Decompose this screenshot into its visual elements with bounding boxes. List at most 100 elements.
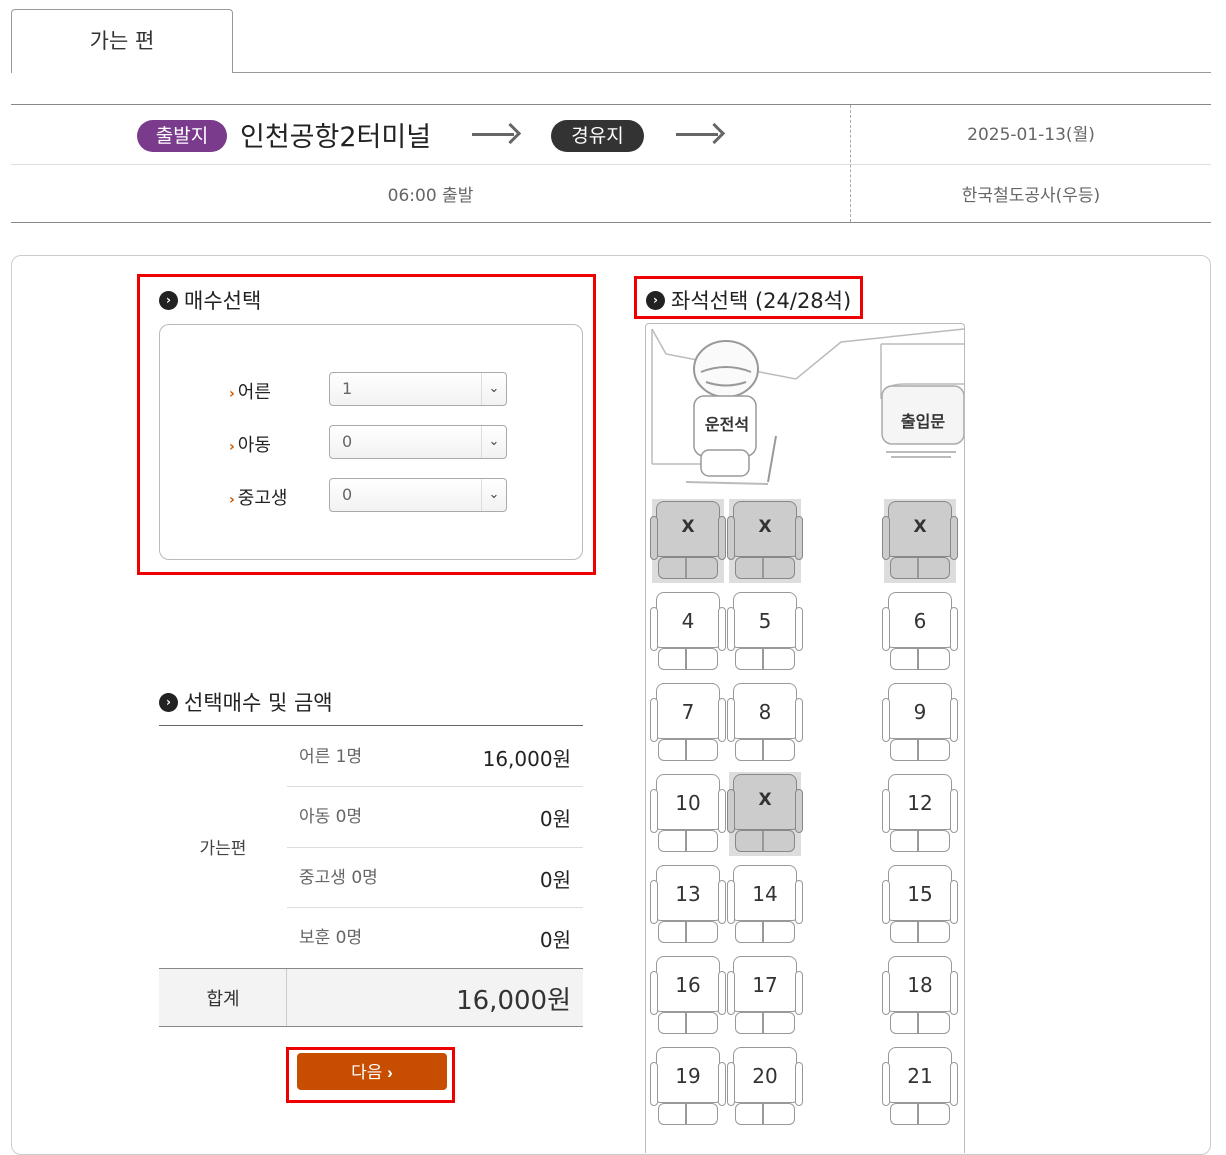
seat-available[interactable]: 18 [882, 954, 958, 1038]
qty-section-title: › 매수선택 [159, 285, 261, 315]
chevron-right-icon: › [229, 439, 235, 455]
seat-cushion [890, 557, 950, 579]
seat-available[interactable]: 19 [650, 1045, 726, 1129]
seat-number: 9 [913, 700, 927, 724]
seat-reserved: X [727, 772, 803, 856]
chevron-down-icon: ⌄ [481, 373, 506, 405]
seat-number: 13 [675, 882, 701, 906]
seat-number: 18 [907, 973, 933, 997]
seat-available[interactable]: 12 [882, 772, 958, 856]
seat-number: 20 [752, 1064, 778, 1088]
seat-cushion [658, 1103, 718, 1125]
seat-cushion [735, 739, 795, 761]
summary-row-value: 0원 [539, 928, 571, 952]
summary-section-title: › 선택매수 및 금액 [159, 687, 333, 717]
qty-title-text: 매수선택 [184, 289, 262, 313]
seat-available[interactable]: 21 [882, 1045, 958, 1129]
seat-cushion [735, 1012, 795, 1034]
carrier-name: 한국철도공사(우등) [961, 186, 1101, 206]
qty-label-child: › 아동 [229, 431, 271, 457]
seat-reserved: X [727, 499, 803, 583]
seat-available[interactable]: 7 [650, 681, 726, 765]
chevron-down-icon: ⌄ [481, 479, 506, 511]
seat-cushion [735, 557, 795, 579]
seat-number: X [758, 790, 772, 810]
seat-number: 14 [752, 882, 778, 906]
summary-row-label: 어른 1명 [299, 747, 363, 767]
chevron-right-icon: › [229, 492, 235, 508]
qty-label-adult: › 어른 [229, 378, 271, 404]
summary-row-label: 보훈 0명 [299, 928, 363, 948]
adult-qty-select[interactable]: 1 ⌄ [329, 372, 507, 406]
seat-number: 12 [907, 791, 933, 815]
route-border-top [11, 104, 1211, 105]
child-qty-select[interactable]: 0 ⌄ [329, 425, 507, 459]
qty-label-text: 중고생 [237, 488, 288, 509]
chevron-down-icon: ⌄ [481, 426, 506, 458]
via-badge: 경유지 [551, 120, 644, 152]
departure-badge: 출발지 [137, 120, 227, 152]
summary-row-value: 0원 [539, 868, 571, 892]
chevron-circle-icon: › [159, 692, 178, 712]
route-border-bottom [11, 222, 1211, 223]
summary-direction: 가는편 [199, 839, 247, 859]
route-border-middle [11, 164, 1211, 165]
seat-number: 16 [675, 973, 701, 997]
seat-available[interactable]: 20 [727, 1045, 803, 1129]
seat-number: 8 [758, 700, 772, 724]
seat-cushion [890, 1103, 950, 1125]
seat-cushion [658, 557, 718, 579]
seat-cushion [658, 739, 718, 761]
seat-number: X [758, 517, 772, 537]
driver-seat-label: 운전석 [704, 415, 750, 434]
student-qty-select[interactable]: 0 ⌄ [329, 478, 507, 512]
tab-outbound[interactable]: 가는 편 [11, 9, 233, 73]
seat-available[interactable]: 6 [882, 590, 958, 674]
seat-number: X [681, 517, 695, 537]
summary-row-divider [287, 907, 583, 908]
seat-cushion [658, 1012, 718, 1034]
seat-number: 17 [752, 973, 778, 997]
select-value: 1 [342, 379, 353, 398]
seat-number: 10 [675, 791, 701, 815]
summary-row-value: 16,000원 [482, 747, 571, 771]
summary-row-label: 중고생 0명 [299, 868, 378, 888]
select-value: 0 [342, 485, 353, 504]
next-button[interactable]: 다음 › [297, 1053, 447, 1090]
seat-available[interactable]: 17 [727, 954, 803, 1038]
seat-cushion [890, 921, 950, 943]
select-value: 0 [342, 432, 353, 451]
departure-date: 2025-01-13(월) [967, 125, 1095, 145]
seat-available[interactable]: 9 [882, 681, 958, 765]
seat-available[interactable]: 5 [727, 590, 803, 674]
departure-time: 06:00 출발 [387, 186, 474, 206]
seat-cushion [658, 648, 718, 670]
arrow-right-icon [676, 133, 718, 136]
seat-available[interactable]: 8 [727, 681, 803, 765]
departure-terminal: 인천공항2터미널 [240, 122, 432, 153]
seat-number: 4 [681, 609, 695, 633]
summary-title-text: 선택매수 및 금액 [184, 691, 333, 715]
seat-available[interactable]: 15 [882, 863, 958, 947]
seat-reserved: X [882, 499, 958, 583]
seat-available[interactable]: 16 [650, 954, 726, 1038]
seat-available[interactable]: 10 [650, 772, 726, 856]
seat-cushion [890, 1012, 950, 1034]
seat-available[interactable]: 13 [650, 863, 726, 947]
seat-cushion [735, 921, 795, 943]
seat-number: 6 [913, 609, 927, 633]
summary-row-divider [287, 847, 583, 848]
seat-cushion [890, 830, 950, 852]
seat-section-title: › 좌석선택 (24/28석) [646, 285, 851, 315]
seat-number: 7 [681, 700, 695, 724]
arrow-right-icon [472, 133, 514, 136]
seat-title-text: 좌석선택 (24/28석) [671, 289, 852, 313]
summary-border-top [159, 725, 583, 726]
seat-available[interactable]: 14 [727, 863, 803, 947]
total-label: 합계 [206, 989, 240, 1010]
seat-cushion [658, 830, 718, 852]
seat-available[interactable]: 4 [650, 590, 726, 674]
seat-cushion [735, 1103, 795, 1125]
tab-label: 가는 편 [89, 29, 155, 53]
summary-row-label: 아동 0명 [299, 807, 363, 827]
